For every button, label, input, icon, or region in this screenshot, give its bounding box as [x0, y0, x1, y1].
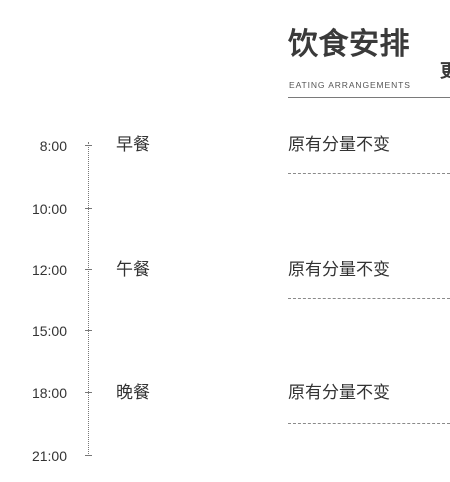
timeline-axis	[88, 142, 89, 456]
time-label: 8:00	[39, 138, 67, 154]
meal-name-dinner: 晚餐	[116, 383, 150, 403]
page-subtitle: EATING ARRANGEMENTS	[289, 80, 411, 90]
meal-content-dinner: 原有分量不变	[288, 383, 390, 403]
time-row-3: 12:00	[0, 260, 100, 280]
row-divider	[288, 423, 450, 424]
time-row-4: 15:00	[0, 321, 100, 341]
row-divider	[288, 298, 450, 299]
timeline-tick	[85, 269, 92, 270]
page-title: 饮食安排	[288, 27, 410, 62]
time-label: 12:00	[31, 262, 67, 278]
timeline-tick	[85, 208, 92, 209]
meal-content-lunch: 原有分量不变	[288, 260, 390, 280]
timeline-tick	[85, 392, 92, 393]
time-row-5: 18:00	[0, 383, 100, 403]
meal-name-breakfast: 早餐	[116, 135, 150, 155]
row-divider	[288, 173, 450, 174]
timeline-tick	[85, 145, 92, 146]
time-row-1: 8:00	[0, 136, 100, 156]
meal-content-breakfast: 原有分量不变	[288, 135, 390, 155]
meal-name-lunch: 午餐	[116, 260, 150, 280]
timeline-tick	[85, 455, 92, 456]
time-label: 10:00	[31, 201, 67, 217]
section-header: 饮食安排 更 EATING ARRANGEMENTS	[288, 24, 450, 90]
header-divider	[288, 97, 450, 98]
title-overflow-text: 更	[440, 61, 450, 82]
time-row-6: 21:00	[0, 446, 100, 466]
time-label: 18:00	[31, 385, 67, 401]
timeline-tick	[85, 330, 92, 331]
time-row-2: 10:00	[0, 199, 100, 219]
time-label: 15:00	[31, 323, 67, 339]
time-label: 21:00	[31, 448, 67, 464]
